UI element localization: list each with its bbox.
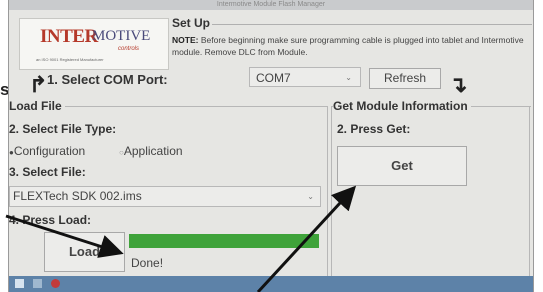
annotation-arrows <box>5 185 357 292</box>
pointer-arrow-load <box>5 214 124 258</box>
pointer-arrow-get <box>256 185 357 292</box>
